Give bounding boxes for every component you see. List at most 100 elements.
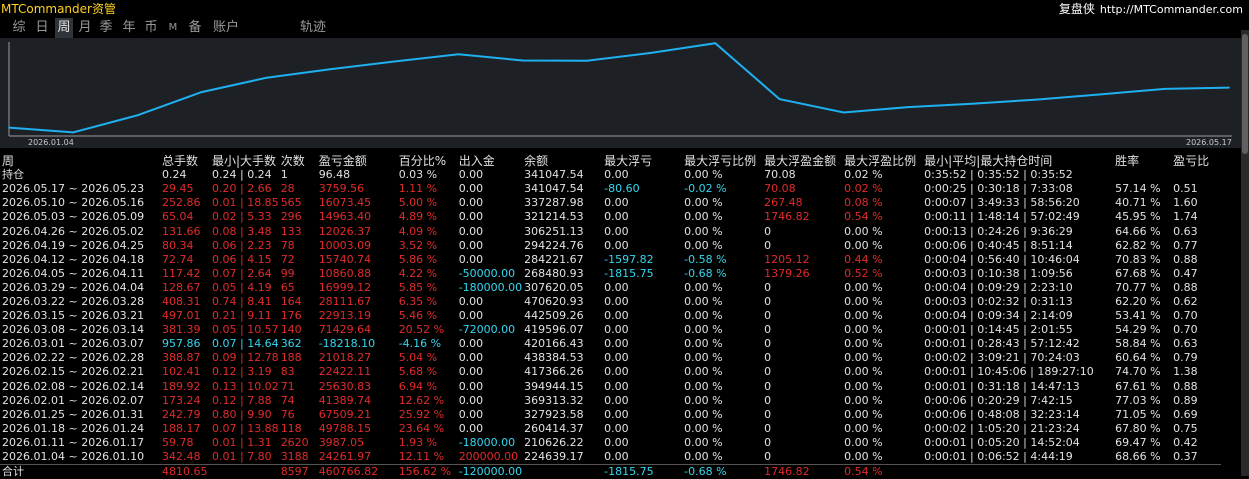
table-row[interactable]: 2026.03.22 ~ 2026.03.28 408.31 0.74 | 8.41… — [0, 295, 1221, 309]
table-cell: 5.85 % — [398, 280, 438, 294]
tab-10[interactable]: 轨迹 — [297, 18, 329, 38]
table-cell: 0:00:06 | 0:20:29 | 7:42:15 — [924, 393, 1073, 407]
column-header-2[interactable]: 最小|大手数 — [210, 154, 279, 168]
table-cell: 5.86 % — [398, 252, 438, 266]
tab-8[interactable]: 备 — [186, 18, 204, 38]
table-row[interactable]: 2026.03.08 ~ 2026.03.14 381.39 0.05 | 10.5… — [0, 323, 1221, 337]
column-header-6[interactable]: 出入金 — [457, 154, 522, 168]
table-row[interactable]: 2026.04.19 ~ 2026.04.25 80.34 0.06 | 2.23 7… — [0, 239, 1221, 253]
table-cell — [1171, 464, 1222, 479]
table-row[interactable]: 2026.05.17 ~ 2026.05.23 29.45 0.20 | 2.66 2… — [0, 182, 1221, 196]
table-row[interactable]: 2026.04.05 ~ 2026.04.11 117.42 0.07 | 2.64… — [0, 267, 1221, 281]
column-header-10[interactable]: 最大浮盈金额 — [762, 154, 842, 168]
table-cell: 0.00 % — [844, 238, 883, 252]
table-cell: 2026.02.22 ~ 2026.02.28 — [2, 351, 145, 365]
table-cell: 24261.97 — [318, 450, 372, 464]
holding-row[interactable]: 持仓 0.24 0.24 | 0.24 1 96.48 0.03 % 0.00 341047.… — [0, 168, 1221, 182]
column-header-5[interactable]: 百分比% — [397, 154, 457, 168]
table-cell: 65 — [280, 280, 295, 294]
table-cell: 0.47 — [1173, 266, 1198, 280]
table-cell: 0 — [764, 351, 772, 365]
tab-9[interactable]: 账户 — [210, 18, 242, 38]
table-cell: 0.00 % — [684, 351, 723, 365]
link-url: http://MTCommander.com — [1099, 3, 1243, 16]
tab-6[interactable]: 币 — [142, 18, 160, 38]
table-cell: 0.69 — [1173, 407, 1198, 421]
tab-7[interactable]: M — [166, 18, 180, 38]
table-row[interactable]: 2026.01.04 ~ 2026.01.10 342.48 0.01 | 7.80… — [0, 450, 1221, 465]
column-header-14[interactable]: 盈亏比 — [1171, 154, 1221, 168]
table-cell: 0:00:11 | 1:48:14 | 57:02:49 — [924, 210, 1080, 224]
table-row[interactable]: 2026.02.08 ~ 2026.02.14 189.92 0.13 | 10.0… — [0, 380, 1221, 394]
table-cell: 74.70 % — [1115, 365, 1161, 379]
table-row[interactable]: 2026.01.18 ~ 2026.01.24 188.17 0.07 | 13.8… — [0, 422, 1221, 436]
table-row[interactable]: 2026.03.29 ~ 2026.04.04 128.67 0.05 | 4.19… — [0, 281, 1221, 295]
table-cell: 260414.37 — [524, 421, 584, 435]
column-header-4[interactable]: 盈亏金额 — [317, 154, 397, 168]
table-cell: 64.66 % — [1115, 224, 1161, 238]
table-cell: 0.00 — [604, 210, 629, 224]
table-cell: 0.54 % — [842, 464, 923, 479]
table-cell: 0 — [764, 393, 772, 407]
table-cell: 4810.65 — [160, 464, 210, 479]
column-header-0[interactable]: 周 — [0, 154, 160, 168]
weekly-stats-table: 周总手数 最小|大手数 次数 盈亏金额 百分比% 出入金 余额 最大浮亏 最大浮亏比例 最大浮盈金… — [0, 154, 1222, 479]
table-cell — [210, 464, 279, 479]
table-cell: -0.58 % — [684, 252, 727, 266]
table-cell: 341047.54 — [524, 168, 584, 182]
table-cell: 20.52 % — [398, 323, 445, 337]
website-link[interactable]: 复盘侠 http://MTCommander.com — [1059, 0, 1243, 17]
equity-point-3 — [200, 91, 203, 93]
table-cell: 0.00 — [458, 337, 484, 351]
equity-point-12 — [778, 98, 781, 100]
table-row[interactable]: 2026.02.22 ~ 2026.02.28 388.87 0.09 | 12.7… — [0, 351, 1221, 365]
vertical-scrollbar[interactable] — [1241, 30, 1249, 476]
table-cell: 200000.00 — [458, 450, 519, 464]
column-header-1[interactable]: 总手数 — [160, 154, 210, 168]
table-cell: 29.45 — [162, 182, 194, 196]
table-cell: 1.93 % — [398, 435, 438, 449]
column-header-11[interactable]: 最大浮盈比例 — [842, 154, 922, 168]
tab-2[interactable]: 周 — [55, 18, 73, 38]
table-cell: 0.54 % — [844, 210, 883, 224]
table-cell: 2026.02.01 ~ 2026.02.07 — [2, 393, 145, 407]
tab-5[interactable]: 年 — [120, 18, 138, 38]
equity-point-1 — [72, 131, 74, 134]
table-cell: 369313.32 — [524, 393, 584, 407]
table-cell: 0.00 — [604, 309, 629, 323]
table-cell: 0.07 | 2.64 — [212, 266, 272, 280]
total-row[interactable]: 合计 4810.65 8597 460766.82 156.62 % -120000.00… — [0, 464, 1222, 479]
table-row[interactable]: 2026.05.10 ~ 2026.05.16 252.86 0.01 | 18.8… — [0, 196, 1221, 210]
table-row[interactable]: 2026.03.01 ~ 2026.03.07 957.86 0.07 | 14.6… — [0, 337, 1221, 351]
table-row[interactable]: 2026.01.11 ~ 2026.01.17 59.78 0.01 | 1.31 2… — [0, 436, 1221, 450]
table-row[interactable]: 2026.04.26 ~ 2026.05.02 131.66 0.08 | 3.48… — [0, 224, 1221, 238]
column-header-3[interactable]: 次数 — [279, 154, 317, 168]
equity-point-9 — [586, 59, 588, 62]
scrollbar-thumb[interactable] — [1242, 34, 1248, 154]
tab-4[interactable]: 季 — [97, 18, 115, 38]
table-row[interactable]: 2026.02.01 ~ 2026.02.07 173.24 0.12 | 7.88… — [0, 394, 1221, 408]
tab-1[interactable]: 日 — [33, 18, 51, 38]
tab-3[interactable]: 月 — [76, 18, 94, 38]
column-header-9[interactable]: 最大浮亏比例 — [682, 154, 762, 168]
table-cell: 0.00 — [458, 210, 484, 224]
table-row[interactable]: 2026.01.25 ~ 2026.01.31 242.79 0.80 | 9.90… — [0, 408, 1221, 422]
column-header-12[interactable]: 最小|平均|最大持仓时间 — [922, 154, 1113, 168]
equity-point-5 — [329, 68, 331, 70]
column-header-8[interactable]: 最大浮亏 — [602, 154, 682, 168]
table-row[interactable]: 2026.03.15 ~ 2026.03.21 497.01 0.21 | 9.11… — [0, 309, 1221, 323]
table-cell: 0:00:01 | 0:31:18 | 14:47:13 — [924, 379, 1080, 393]
tab-0[interactable]: 综 — [10, 18, 28, 38]
table-cell: -0.68 % — [684, 266, 727, 280]
table-cell: 2026.05.03 ~ 2026.05.09 — [2, 210, 145, 224]
table-row[interactable]: 2026.02.15 ~ 2026.02.21 102.41 0.12 | 3.19… — [0, 365, 1221, 379]
table-cell: 1 — [280, 168, 288, 182]
column-header-7[interactable]: 余额 — [522, 154, 602, 168]
table-cell: 0:00:04 | 0:56:40 | 10:46:04 — [924, 252, 1080, 266]
table-cell: -18000.00 — [458, 435, 516, 449]
table-cell: 2026.01.25 ~ 2026.01.31 — [2, 407, 145, 421]
table-row[interactable]: 2026.04.12 ~ 2026.04.18 72.74 0.06 | 4.15 7… — [0, 253, 1221, 267]
table-row[interactable]: 2026.05.03 ~ 2026.05.09 65.04 0.02 | 5.33 2… — [0, 210, 1221, 224]
table-cell: 72 — [280, 252, 295, 266]
column-header-13[interactable]: 胜率 — [1113, 154, 1171, 168]
